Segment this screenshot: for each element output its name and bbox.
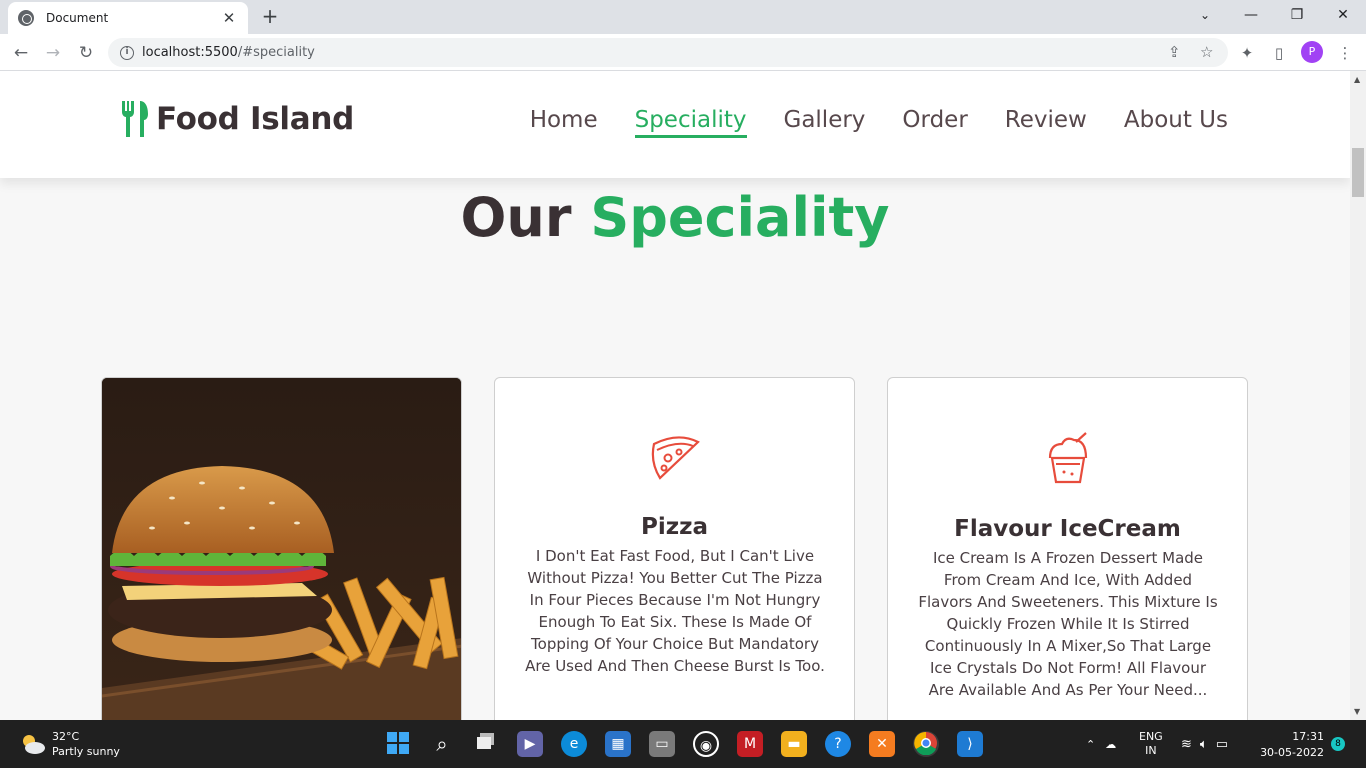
- site-header: Food Island Home Speciality Gallery Orde…: [0, 71, 1350, 178]
- chrome-icon[interactable]: [913, 731, 939, 757]
- weather-widget[interactable]: 32°C Partly sunny: [20, 729, 120, 759]
- clock[interactable]: 17:31 30-05-2022: [1258, 729, 1324, 761]
- section-heading: Our Speciality: [0, 186, 1350, 249]
- nav-review[interactable]: Review: [1005, 107, 1087, 138]
- minimize-button[interactable]: —: [1228, 0, 1274, 30]
- help-icon[interactable]: ?: [825, 731, 851, 757]
- tab-search-icon[interactable]: ⌄: [1182, 0, 1228, 30]
- nav-home[interactable]: Home: [530, 107, 598, 138]
- ice-cream-cup-icon: [888, 432, 1247, 490]
- vscode-icon[interactable]: ⟩: [957, 731, 983, 757]
- speciality-card-image[interactable]: [101, 377, 462, 720]
- xampp-icon[interactable]: ✕: [869, 731, 895, 757]
- nav-gallery[interactable]: Gallery: [784, 107, 866, 138]
- scroll-down-icon[interactable]: ▼: [1354, 707, 1360, 716]
- notification-badge[interactable]: 8: [1331, 737, 1345, 751]
- card-title: Pizza: [640, 514, 709, 540]
- site-logo[interactable]: Food Island: [120, 101, 354, 137]
- globe-icon: [18, 10, 34, 26]
- wifi-icon: ≋: [1181, 736, 1192, 752]
- edge-icon[interactable]: e: [561, 731, 587, 757]
- side-panel-icon[interactable]: ▯: [1268, 42, 1290, 64]
- clock-time: 17:31: [1292, 730, 1324, 743]
- weather-temp: 32°C: [52, 730, 80, 743]
- heading-accent: Speciality: [590, 186, 890, 249]
- partly-sunny-icon: [23, 735, 45, 754]
- nav-speciality[interactable]: Speciality: [634, 107, 747, 138]
- browser-toolbar: ← → ↻ i localhost:5500/#speciality ⇪ ☆ ✦…: [0, 34, 1366, 71]
- web-page: Food Island Home Speciality Gallery Orde…: [0, 71, 1350, 720]
- nav-order[interactable]: Order: [902, 107, 967, 138]
- share-icon[interactable]: ⇪: [1168, 43, 1181, 61]
- lang-top: ENG: [1139, 730, 1163, 743]
- burger-image: [102, 378, 461, 720]
- menu-kebab-icon[interactable]: ⋮: [1334, 42, 1356, 64]
- tab-title: Document: [46, 11, 109, 25]
- pizza-slice-icon: [495, 432, 854, 486]
- profile-avatar[interactable]: P: [1301, 41, 1323, 63]
- restore-button[interactable]: ❐: [1274, 0, 1320, 30]
- store-icon[interactable]: ▦: [605, 731, 631, 757]
- site-info-icon[interactable]: i: [120, 45, 134, 60]
- bookmark-star-icon[interactable]: ☆: [1200, 43, 1213, 61]
- logo-text: Food Island: [156, 101, 354, 137]
- address-bar[interactable]: i localhost:5500/#speciality ⇪ ☆: [108, 38, 1228, 67]
- clock-date: 30-05-2022: [1260, 746, 1324, 759]
- main-nav: Home Speciality Gallery Order Review Abo…: [493, 107, 1228, 138]
- network-volume-battery[interactable]: ≋ 🔈︎ ▭: [1181, 720, 1228, 768]
- card-text: I Don't Eat Fast Food, But I Can't Live …: [525, 547, 825, 675]
- scroll-up-icon[interactable]: ▲: [1354, 75, 1360, 84]
- mcafee-icon[interactable]: M: [737, 731, 763, 757]
- task-view-icon[interactable]: [473, 731, 499, 757]
- system-tray: ⌃ ☁: [1086, 720, 1116, 768]
- utensils-icon: [122, 101, 148, 137]
- browser-tab[interactable]: Document ✕: [8, 2, 248, 34]
- extensions-icon[interactable]: ✦: [1236, 42, 1258, 64]
- close-window-button[interactable]: ✕: [1320, 0, 1366, 30]
- app-icon[interactable]: ◉: [693, 731, 719, 757]
- forward-button[interactable]: →: [40, 40, 66, 66]
- reload-button[interactable]: ↻: [73, 40, 99, 66]
- nav-about-us[interactable]: About Us: [1124, 107, 1228, 138]
- drive-icon[interactable]: ▭: [649, 731, 675, 757]
- onedrive-icon[interactable]: ☁: [1105, 738, 1116, 751]
- url-host: localhost:5500: [142, 45, 238, 60]
- chevron-up-icon[interactable]: ⌃: [1086, 738, 1095, 751]
- speciality-card-icecream[interactable]: Flavour IceCream Ice Cream Is A Frozen D…: [887, 377, 1248, 720]
- card-text: Ice Cream Is A Frozen Dessert Made From …: [918, 549, 1218, 699]
- language-indicator[interactable]: ENG IN: [1139, 720, 1163, 768]
- heading-plain: Our: [460, 186, 572, 249]
- lang-bottom: IN: [1145, 744, 1157, 757]
- start-button[interactable]: [385, 731, 411, 757]
- card-title: Flavour IceCream: [954, 516, 1181, 542]
- search-icon[interactable]: ⌕: [429, 731, 455, 757]
- close-tab-icon[interactable]: ✕: [220, 9, 238, 27]
- url-text: localhost:5500/#speciality: [142, 45, 315, 60]
- browser-tab-strip: Document ✕ + ⌄ — ❐ ✕: [0, 0, 1366, 34]
- speciality-card-pizza[interactable]: Pizza I Don't Eat Fast Food, But I Can't…: [494, 377, 855, 720]
- back-button[interactable]: ←: [8, 40, 34, 66]
- new-tab-button[interactable]: +: [258, 5, 282, 29]
- scrollbar-thumb[interactable]: [1352, 148, 1364, 197]
- weather-desc: Partly sunny: [52, 745, 120, 758]
- url-path: /#speciality: [237, 45, 315, 60]
- taskbar: 32°C Partly sunny ⌕ ▶ e ▦ ▭ ◉ M ▬ ? ✕ ⟩ …: [0, 720, 1366, 768]
- volume-icon: 🔈︎: [1199, 736, 1208, 752]
- file-explorer-icon[interactable]: ▬: [781, 731, 807, 757]
- battery-icon: ▭: [1215, 736, 1229, 752]
- teams-chat-icon[interactable]: ▶: [517, 731, 543, 757]
- page-scrollbar[interactable]: ▲ ▼: [1350, 71, 1366, 720]
